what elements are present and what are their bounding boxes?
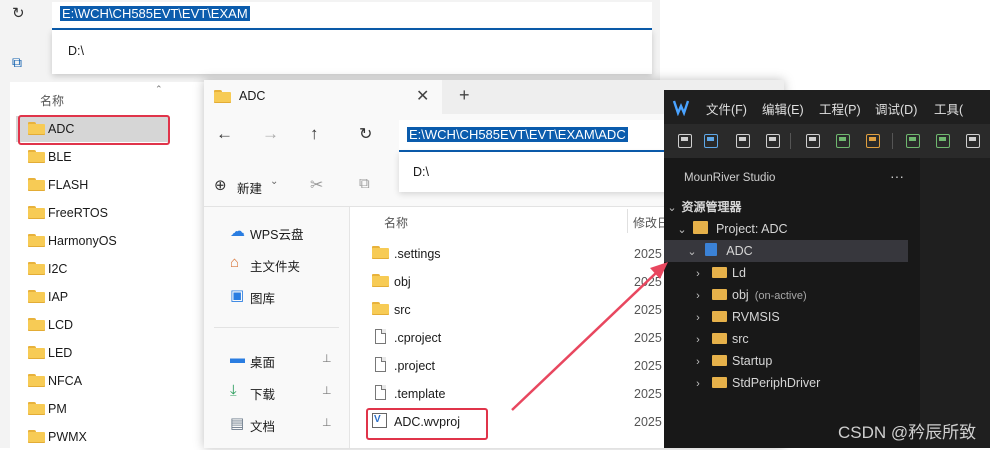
pointer-arrow bbox=[511, 262, 668, 411]
watermark: CSDN @矜辰所致 bbox=[838, 423, 977, 442]
